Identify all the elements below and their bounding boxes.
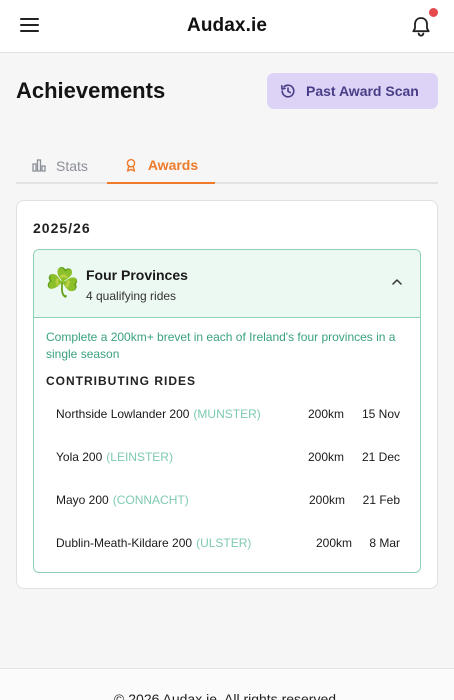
award-four-provinces: ☘️ Four Provinces 4 qualifying rides Com… [33, 249, 421, 573]
shamrock-icon: ☘️ [45, 267, 80, 298]
ride-date: 8 Mar [369, 536, 400, 550]
ride-name: Mayo 200 [56, 493, 109, 507]
award-description: Complete a 200km+ brevet in each of Irel… [46, 330, 396, 361]
ride-date: 15 Nov [361, 407, 400, 421]
notification-badge [429, 8, 438, 17]
ride-row[interactable]: Yola 200 (LEINSTER) 200km 21 Dec [46, 437, 410, 477]
ride-province: (CONNACHT) [112, 493, 189, 507]
ride-province: (ULSTER) [196, 536, 252, 550]
ride-province: (LEINSTER) [106, 450, 173, 464]
tab-stats[interactable]: Stats [32, 147, 88, 184]
past-award-scan-label: Past Award Scan [306, 83, 419, 99]
brand-title[interactable]: Audax.ie [0, 15, 454, 37]
footer: © 2026 Audax.ie. All rights reserved. [0, 668, 454, 700]
tab-bar: Stats Awards [16, 147, 438, 184]
award-name: Four Provinces [86, 267, 188, 283]
tab-awards[interactable]: Awards [107, 147, 215, 184]
tab-stats-label: Stats [56, 157, 88, 174]
ride-date: 21 Feb [362, 493, 400, 507]
top-bar: Audax.ie [0, 0, 454, 53]
footer-copyright: © 2026 Audax.ie. All rights reserved. [114, 691, 340, 700]
award-header[interactable]: ☘️ Four Provinces 4 qualifying rides [34, 250, 420, 318]
chevron-up-icon[interactable] [391, 278, 403, 286]
ride-distance: 200km [316, 536, 353, 550]
award-icon [126, 158, 136, 172]
ride-distance: 200km [308, 407, 345, 421]
season-card: 2025/26 ☘️ Four Provinces 4 qualifying r… [16, 200, 438, 589]
ride-row[interactable]: Mayo 200 (CONNACHT) 200km 21 Feb [46, 480, 410, 520]
season-label: 2025/26 [33, 220, 91, 236]
ride-row[interactable]: Northside Lowlander 200 (MUNSTER) 200km 1… [46, 394, 410, 434]
past-award-scan-button[interactable]: Past Award Scan [267, 73, 438, 109]
contributing-rides-heading: CONTRIBUTING RIDES [46, 374, 196, 388]
bell-icon[interactable] [410, 14, 432, 38]
ride-distance: 200km [309, 493, 346, 507]
ride-name: Yola 200 [56, 450, 103, 464]
bar-chart-icon [32, 159, 46, 172]
ride-province: (MUNSTER) [193, 407, 261, 421]
tab-awards-label: Awards [147, 156, 199, 173]
ride-name: Northside Lowlander 200 [56, 407, 190, 421]
ride-distance: 200km [308, 450, 345, 464]
award-subtitle: 4 qualifying rides [86, 289, 177, 303]
ride-name: Dublin-Meath-Kildare 200 [56, 536, 193, 550]
ride-row[interactable]: Dublin-Meath-Kildare 200 (ULSTER) 200km 8… [46, 523, 410, 563]
ride-date: 21 Dec [361, 450, 400, 464]
page-title: Achievements [16, 78, 166, 103]
history-icon [281, 84, 295, 98]
